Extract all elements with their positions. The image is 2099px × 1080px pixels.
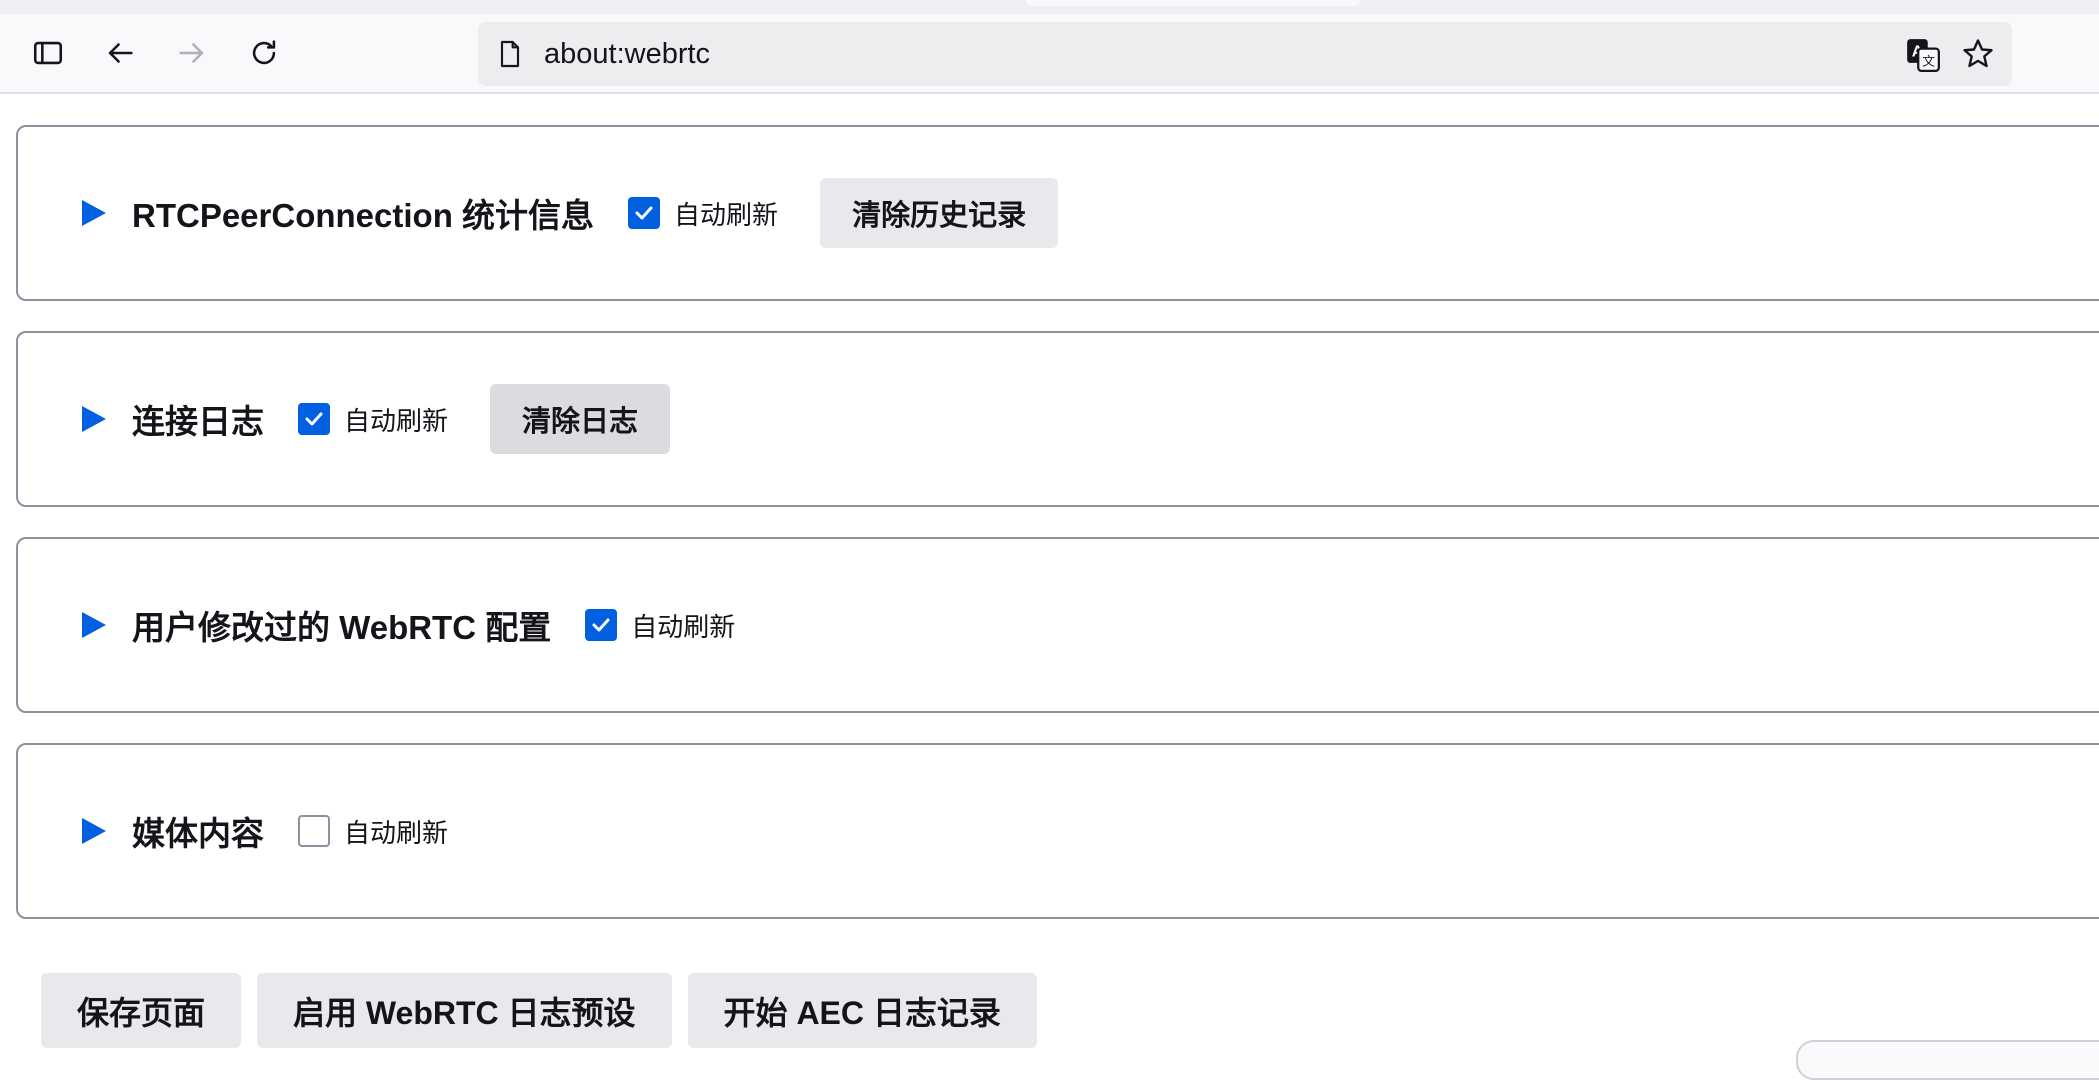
autorefresh-checkbox[interactable] [298, 403, 330, 435]
autorefresh-label[interactable]: 自动刷新 [344, 401, 448, 438]
section-title[interactable]: 用户修改过的 WebRTC 配置 [132, 601, 551, 649]
star-icon[interactable] [1960, 36, 1996, 72]
checkmark-icon [305, 412, 323, 426]
checkmark-icon [635, 206, 653, 220]
section-connection-log: 连接日志 自动刷新 清除日志 [16, 331, 2099, 507]
forward-arrow-icon [179, 43, 204, 63]
autorefresh-label[interactable]: 自动刷新 [344, 813, 448, 850]
tab-strip [0, 0, 2099, 14]
autorefresh-checkbox[interactable] [298, 815, 330, 847]
sidebar-toggle-button[interactable] [26, 31, 70, 75]
section-peerconnection-stats: RTCPeerConnection 统计信息 自动刷新 清除历史记录 [16, 125, 2099, 301]
section-title[interactable]: 连接日志 [132, 395, 264, 443]
section-user-modified-config: 用户修改过的 WebRTC 配置 自动刷新 [16, 537, 2099, 713]
section-media-context: 媒体内容 自动刷新 [16, 743, 2099, 919]
save-page-button[interactable]: 保存页面 [41, 973, 242, 1048]
back-arrow-icon [108, 43, 133, 63]
translate-icon[interactable]: A 文 [1904, 36, 1942, 74]
autorefresh-checkbox[interactable] [585, 609, 618, 641]
expand-triangle-icon[interactable] [82, 200, 106, 226]
section-title[interactable]: RTCPeerConnection 统计信息 [132, 189, 594, 237]
reload-button[interactable] [242, 31, 286, 75]
start-aec-log-button[interactable]: 开始 AEC 日志记录 [687, 973, 1037, 1048]
forward-button[interactable] [170, 31, 214, 75]
expand-triangle-icon[interactable] [82, 818, 106, 844]
sidebar-icon [33, 41, 63, 65]
back-button[interactable] [98, 31, 142, 75]
autorefresh-label[interactable]: 自动刷新 [631, 607, 735, 644]
svg-text:文: 文 [1922, 53, 1935, 68]
clear-log-button[interactable]: 清除日志 [490, 384, 671, 454]
enable-log-preset-button[interactable]: 启用 WebRTC 日志预设 [257, 973, 672, 1048]
autorefresh-label[interactable]: 自动刷新 [674, 195, 778, 232]
expand-triangle-icon[interactable] [82, 612, 106, 638]
url-bar[interactable]: about:webrtc A 文 [478, 22, 2012, 86]
page-icon [500, 40, 520, 68]
active-tab[interactable] [1026, 0, 1360, 6]
clear-history-button[interactable]: 清除历史记录 [820, 178, 1059, 248]
section-title[interactable]: 媒体内容 [132, 807, 264, 855]
checkmark-icon [592, 618, 610, 632]
reload-icon [252, 40, 276, 65]
url-text[interactable]: about:webrtc [544, 22, 710, 86]
autorefresh-checkbox[interactable] [628, 197, 661, 229]
expand-triangle-icon[interactable] [82, 406, 106, 432]
corner-popup-edge [1796, 1040, 2099, 1080]
footer-button-row: 保存页面 启用 WebRTC 日志预设 开始 AEC 日志记录 [41, 973, 1037, 1048]
navigation-toolbar: about:webrtc A 文 [0, 14, 2099, 94]
